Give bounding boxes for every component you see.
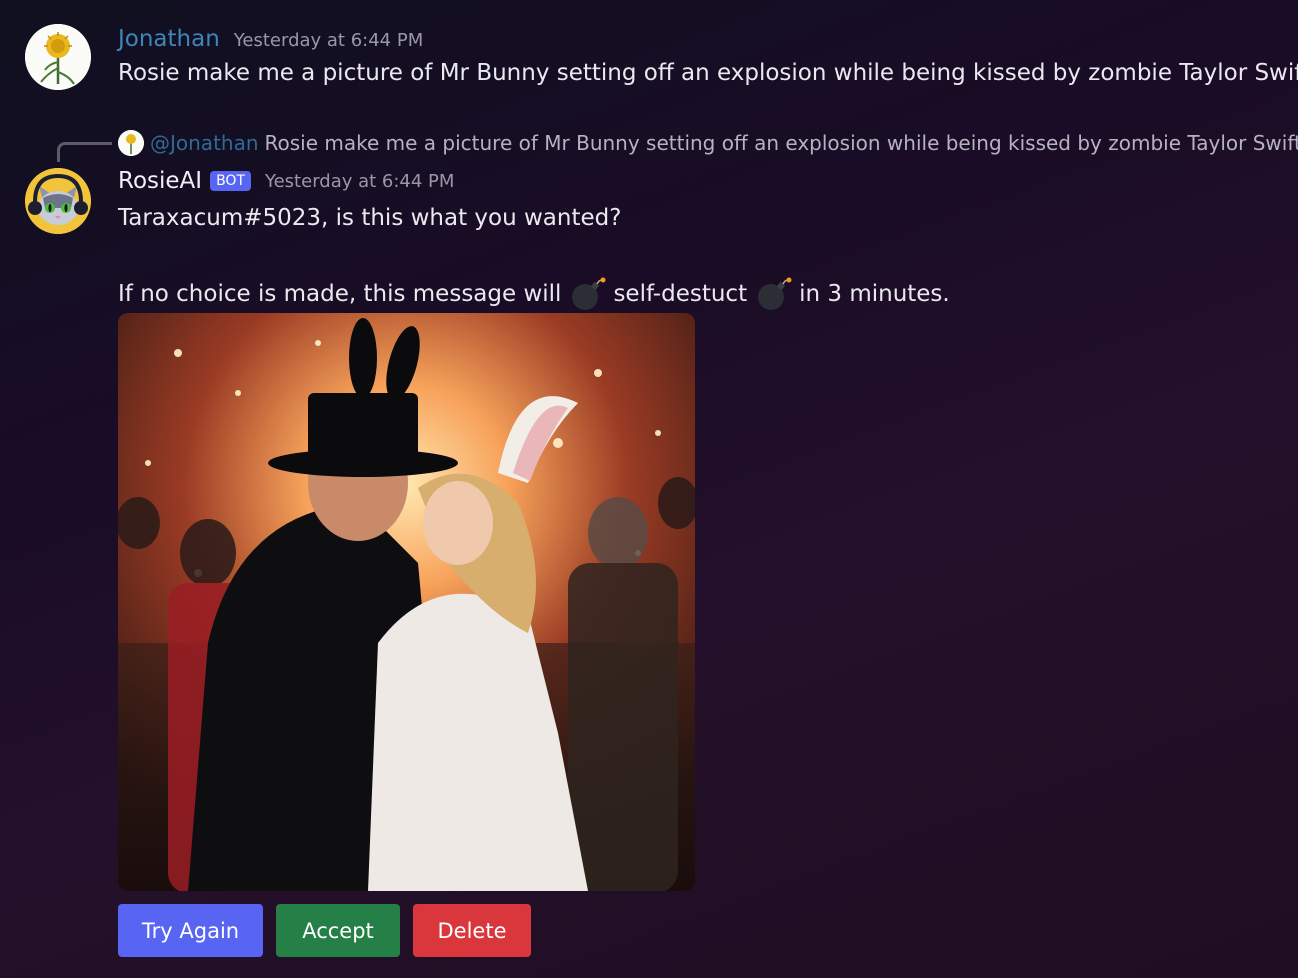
accept-button[interactable]: Accept (276, 904, 400, 957)
rosieai-avatar[interactable] (25, 168, 91, 234)
reply-mention[interactable]: @Jonathan (150, 131, 259, 155)
reply-reference[interactable]: @Jonathan Rosie make me a picture of Mr … (118, 130, 1298, 156)
generated-image[interactable] (118, 313, 695, 891)
dandelion-avatar-icon (118, 130, 144, 156)
try-again-button[interactable]: Try Again (118, 904, 263, 957)
username[interactable]: Jonathan (118, 26, 220, 52)
line2-part1: If no choice is made, this message will (118, 281, 562, 307)
bot-tag: BOT (210, 171, 251, 191)
username[interactable]: RosieAI (118, 168, 202, 194)
timestamp: Yesterday at 6:44 PM (233, 30, 424, 51)
reply-connector (57, 142, 112, 162)
message-content: Rosie make me a picture of Mr Bunny sett… (118, 60, 1298, 86)
delete-button[interactable]: Delete (413, 904, 531, 957)
bomb-icon (753, 277, 793, 311)
line2-part3: in 3 minutes. (799, 281, 950, 307)
timestamp: Yesterday at 6:44 PM (265, 170, 455, 192)
bomb-icon (567, 277, 607, 311)
message-line-2: If no choice is made, this message will … (118, 277, 950, 311)
dandelion-avatar-icon (25, 24, 91, 90)
reply-avatar (118, 130, 144, 156)
jonathan-avatar[interactable] (25, 24, 91, 90)
message-line-1: Taraxacum#5023, is this what you wanted? (118, 205, 622, 231)
reply-text: Rosie make me a picture of Mr Bunny sett… (264, 131, 1298, 155)
line2-part2: self-destuct (613, 281, 748, 307)
action-buttons: Try Again Accept Delete (118, 904, 531, 957)
cat-avatar-icon (25, 168, 91, 234)
